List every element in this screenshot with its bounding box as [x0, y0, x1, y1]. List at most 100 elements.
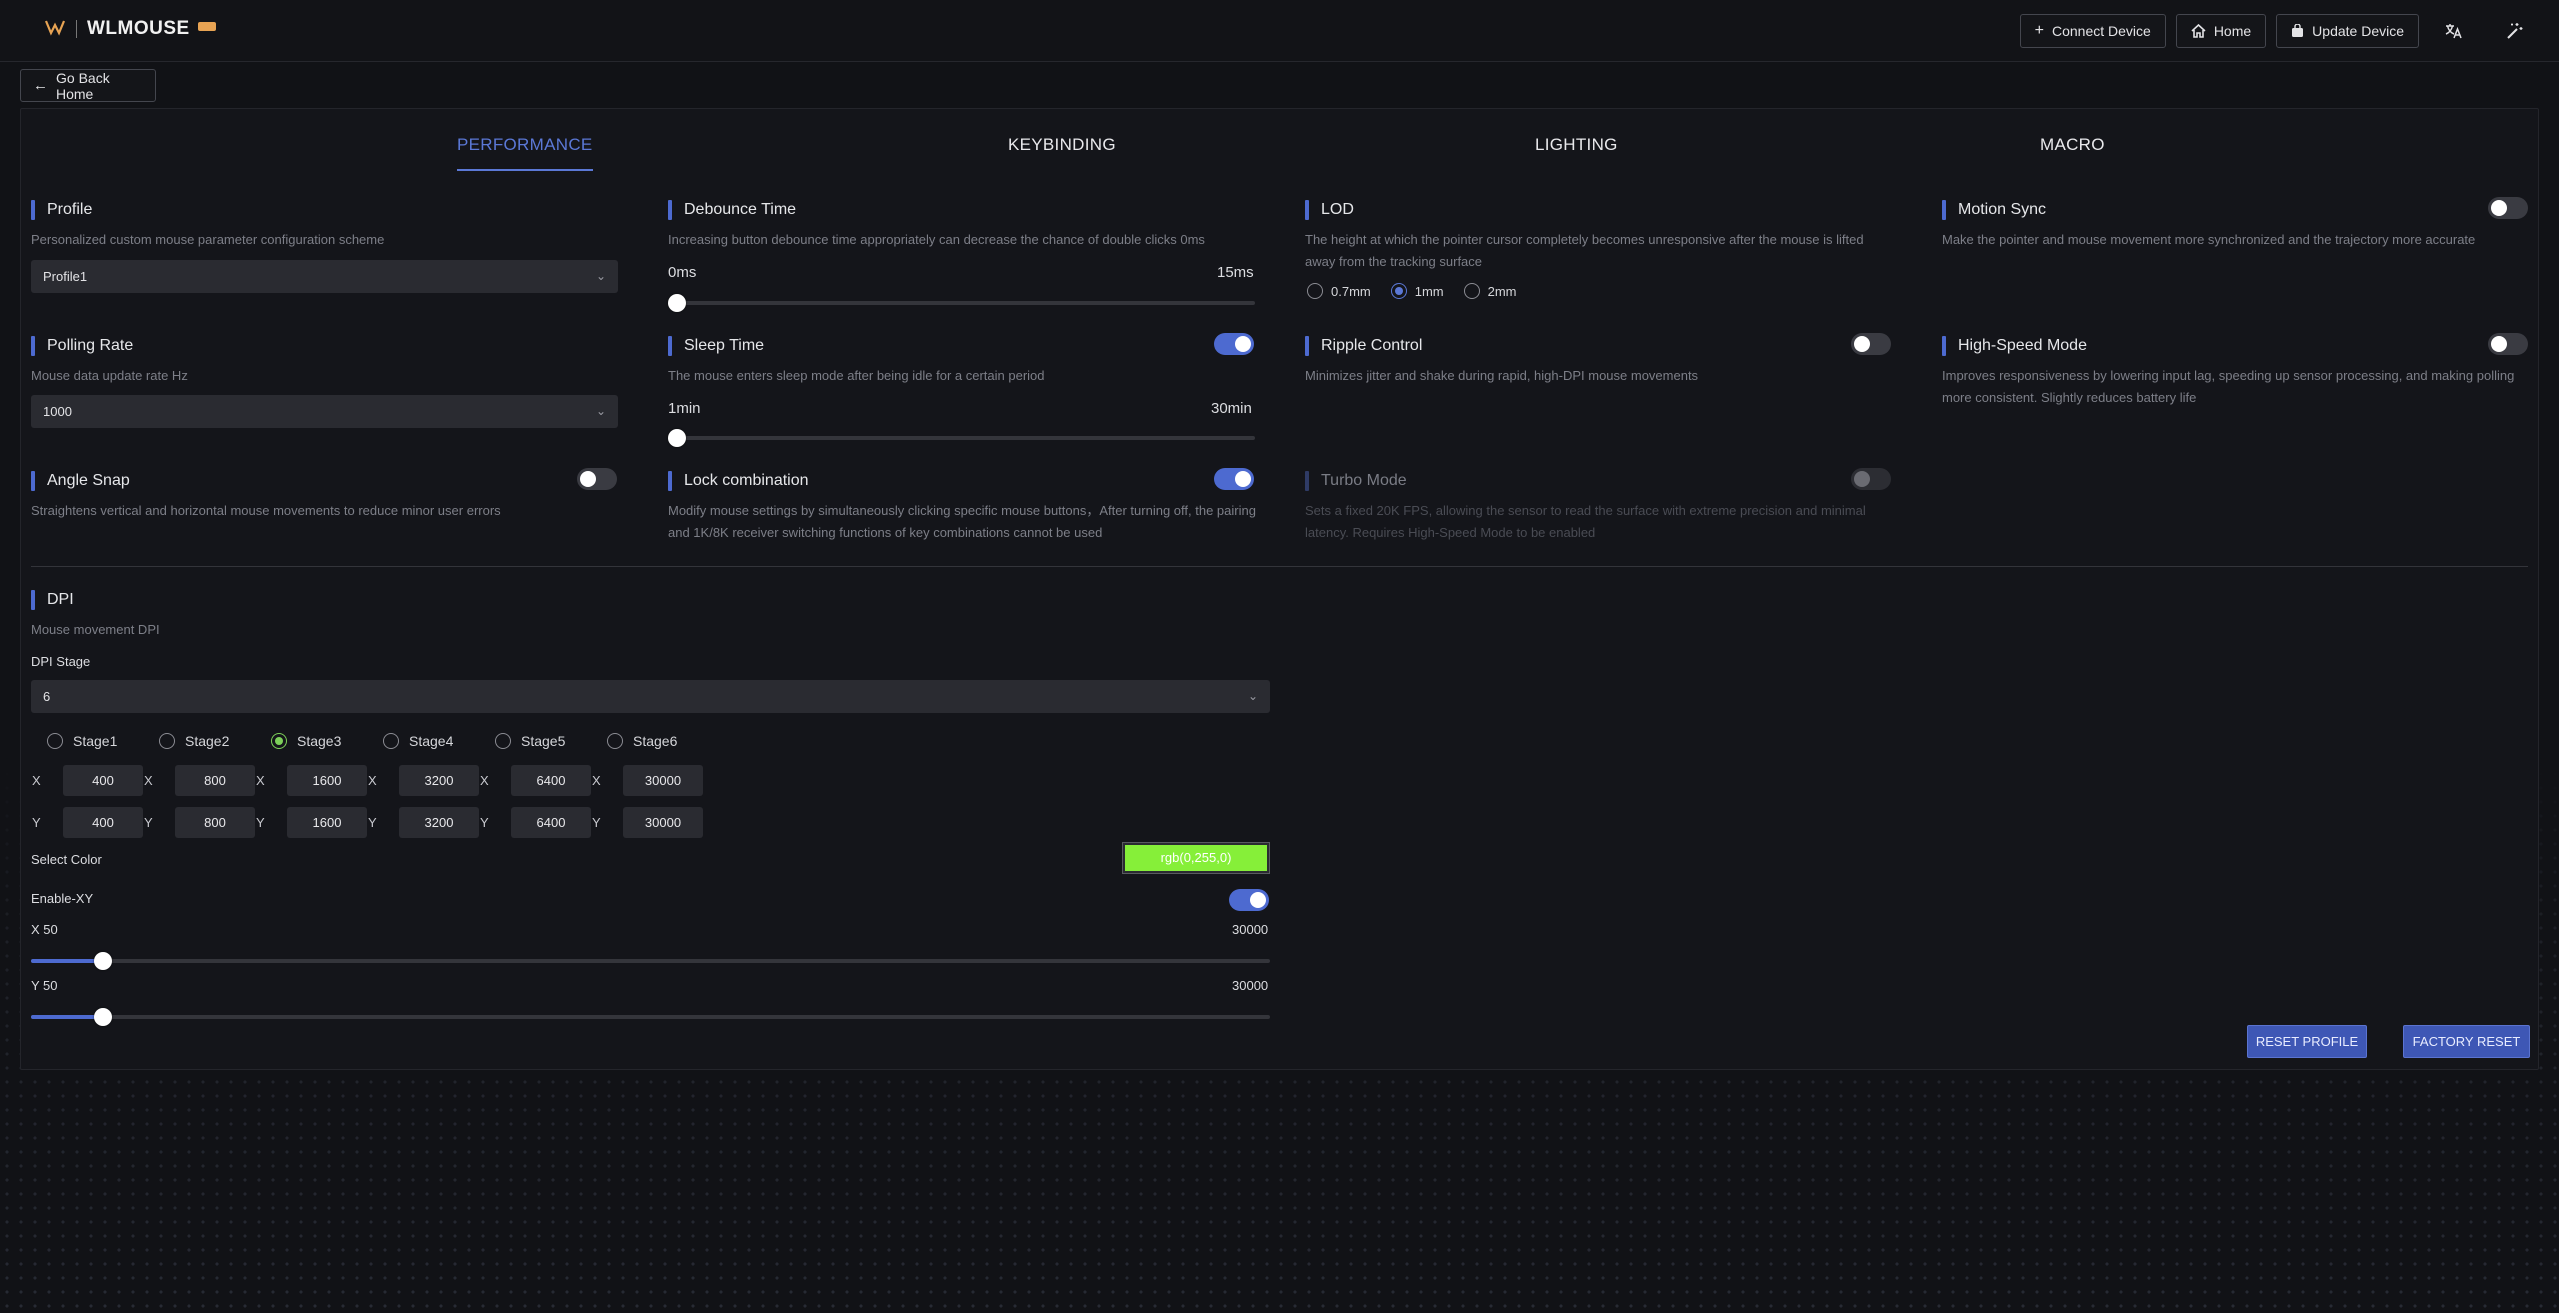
debounce-max-label: 15ms — [1217, 264, 1254, 281]
stage-label: Stage5 — [521, 733, 566, 749]
tab-macro[interactable]: MACRO — [2040, 135, 2105, 169]
lod-desc: The height at which the pointer cursor c… — [1305, 232, 1864, 269]
dpi-y-input-3[interactable]: 1600 — [287, 807, 367, 838]
toggle-knob — [1235, 336, 1251, 352]
sleep-time-desc: The mouse enters sleep mode after being … — [668, 368, 1045, 383]
lod-option-label: 1mm — [1414, 283, 1444, 299]
x-axis-label: X — [368, 773, 377, 788]
tab-performance[interactable]: PERFORMANCE — [457, 135, 593, 171]
angle-snap-desc: Straightens vertical and horizontal mous… — [31, 503, 501, 518]
turbo-mode-card: Turbo Mode Sets a fixed 20K FPS, allowin… — [1305, 470, 1895, 544]
x-dpi-slider[interactable] — [31, 952, 1270, 970]
home-icon — [2191, 24, 2206, 38]
high-speed-toggle[interactable] — [2488, 333, 2528, 355]
stage-option-2[interactable]: Stage2 — [159, 733, 271, 749]
lod-option-2mm[interactable]: 2mm — [1463, 283, 1517, 299]
angle-snap-toggle[interactable] — [577, 468, 617, 490]
dpi-x-input-1[interactable]: 400 — [63, 765, 143, 796]
settings-panel: PERFORMANCE KEYBINDING LIGHTING MACRO Pr… — [20, 108, 2539, 1070]
x-axis-label: X — [32, 773, 41, 788]
tab-keybinding[interactable]: KEYBINDING — [1008, 135, 1116, 169]
dpi-y-input-1[interactable]: 400 — [63, 807, 143, 838]
radio-icon — [383, 733, 399, 749]
connect-device-label: Connect Device — [2051, 23, 2151, 39]
connect-device-button[interactable]: + Connect Device — [2019, 14, 2166, 48]
stage-label: Stage2 — [185, 733, 230, 749]
y-dpi-slider-thumb[interactable] — [94, 1008, 112, 1026]
x-axis-label: X — [256, 773, 265, 788]
lod-option-1mm[interactable]: 1mm — [1390, 283, 1444, 299]
factory-reset-button[interactable]: FACTORY RESET — [2403, 1025, 2530, 1058]
polling-rate-card: Polling Rate Mouse data update rate Hz — [31, 335, 621, 387]
stage-option-6[interactable]: Stage6 — [607, 733, 719, 749]
update-device-button[interactable]: Update Device — [2276, 14, 2419, 48]
lock-combination-toggle[interactable] — [1214, 468, 1254, 490]
dpi-stage-select[interactable]: 6 ⌄ — [31, 680, 1270, 713]
debounce-card: Debounce Time Increasing button debounce… — [668, 199, 1258, 251]
y-dpi-slider[interactable] — [31, 1008, 1270, 1026]
radio-selected-icon — [271, 733, 287, 749]
dpi-y-input-6[interactable]: 30000 — [623, 807, 703, 838]
section-divider — [31, 566, 2528, 567]
toggle-knob — [1854, 336, 1870, 352]
stage-option-1[interactable]: Stage1 — [47, 733, 159, 749]
reset-profile-button[interactable]: RESET PROFILE — [2247, 1025, 2367, 1058]
profile-select[interactable]: Profile1 ⌄ — [31, 260, 618, 293]
lod-title: LOD — [1305, 199, 1895, 221]
home-label: Home — [2213, 23, 2252, 39]
dpi-y-input-4[interactable]: 3200 — [399, 807, 479, 838]
dpi-x-row: X 400 X 800 X 1600 X 3200 X 6400 X 30000 — [31, 765, 703, 796]
toggle-knob — [580, 471, 596, 487]
lod-option-0-7mm[interactable]: 0.7mm — [1307, 283, 1371, 299]
dpi-x-input-2[interactable]: 800 — [175, 765, 255, 796]
chevron-down-icon: ⌄ — [595, 404, 606, 418]
language-button[interactable] — [2429, 14, 2479, 48]
sleep-time-title: Sleep Time — [668, 335, 1258, 357]
go-back-home-button[interactable]: ← Go Back Home — [20, 69, 156, 102]
debounce-slider[interactable] — [668, 294, 1255, 312]
sleep-time-toggle[interactable] — [1214, 333, 1254, 355]
dpi-x-input-4[interactable]: 3200 — [399, 765, 479, 796]
profile-desc: Personalized custom mouse parameter conf… — [31, 232, 385, 247]
dpi-x-input-6[interactable]: 30000 — [623, 765, 703, 796]
y-dpi-slider-fill — [31, 1015, 103, 1019]
dpi-x-input-3[interactable]: 1600 — [287, 765, 367, 796]
x-dpi-slider-thumb[interactable] — [94, 952, 112, 970]
debounce-slider-thumb[interactable] — [668, 294, 686, 312]
theme-button[interactable] — [2489, 14, 2539, 48]
dpi-y-input-2[interactable]: 800 — [175, 807, 255, 838]
stage-option-4[interactable]: Stage4 — [383, 733, 495, 749]
x-axis-label: X — [592, 773, 601, 788]
dpi-x-input-5[interactable]: 6400 — [511, 765, 591, 796]
polling-rate-select[interactable]: 1000 ⌄ — [31, 395, 618, 428]
sleep-slider[interactable] — [668, 429, 1255, 447]
motion-sync-desc: Make the pointer and mouse movement more… — [1942, 232, 2476, 247]
y-axis-label: Y — [368, 815, 377, 830]
ripple-control-toggle[interactable] — [1851, 333, 1891, 355]
x-axis-label: X — [480, 773, 489, 788]
motion-sync-toggle[interactable] — [2488, 197, 2528, 219]
stage-option-5[interactable]: Stage5 — [495, 733, 607, 749]
home-button[interactable]: Home — [2175, 14, 2267, 48]
toggle-knob — [1235, 471, 1251, 487]
x-slider-max: 30000 — [1232, 922, 1269, 937]
radio-icon — [159, 733, 175, 749]
dpi-y-input-5[interactable]: 6400 — [511, 807, 591, 838]
tab-lighting[interactable]: LIGHTING — [1535, 135, 1618, 169]
stage-option-3[interactable]: Stage3 — [271, 733, 383, 749]
sleep-slider-thumb[interactable] — [668, 429, 686, 447]
arrow-left-icon: ← — [33, 77, 48, 94]
turbo-mode-toggle[interactable] — [1851, 468, 1891, 490]
radio-icon — [1463, 283, 1480, 299]
color-picker-button[interactable]: rgb(0,255,0) — [1122, 842, 1270, 874]
lod-card: LOD The height at which the pointer curs… — [1305, 199, 1895, 273]
y-axis-label: Y — [592, 815, 601, 830]
enable-xy-toggle[interactable] — [1229, 889, 1269, 911]
angle-snap-title: Angle Snap — [31, 470, 621, 492]
ripple-control-desc: Minimizes jitter and shake during rapid,… — [1305, 368, 1699, 383]
debounce-min-label: 0ms — [668, 264, 697, 281]
stage-label: Stage6 — [633, 733, 678, 749]
dpi-y-row: Y 400 Y 800 Y 1600 Y 3200 Y 6400 Y 30000 — [31, 807, 703, 838]
toggle-knob — [2491, 336, 2507, 352]
sleep-time-card: Sleep Time The mouse enters sleep mode a… — [668, 335, 1258, 387]
